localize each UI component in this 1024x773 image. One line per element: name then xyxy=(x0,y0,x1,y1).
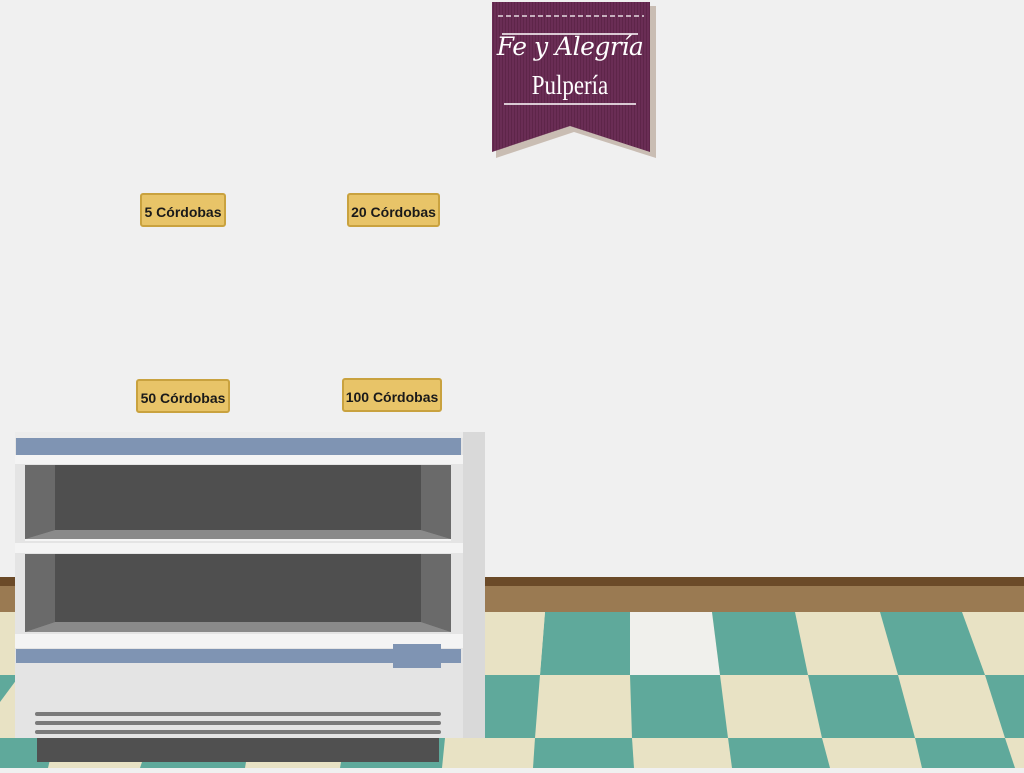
counter-shelf-upper xyxy=(25,465,451,541)
banner-store-name: Pulpería xyxy=(531,70,609,100)
store-counter xyxy=(15,432,485,768)
store-banner: Fe y Alegría Pulpería xyxy=(490,0,660,160)
banner-script-title: Fe y Alegría xyxy=(496,32,644,61)
counter-shelf-lower xyxy=(25,554,451,632)
money-button-50[interactable]: 50 Córdobas xyxy=(136,379,230,413)
money-button-100[interactable]: 100 Córdobas xyxy=(342,378,442,412)
money-button-5[interactable]: 5 Córdobas xyxy=(140,193,226,227)
money-button-20[interactable]: 20 Córdobas xyxy=(347,193,440,227)
